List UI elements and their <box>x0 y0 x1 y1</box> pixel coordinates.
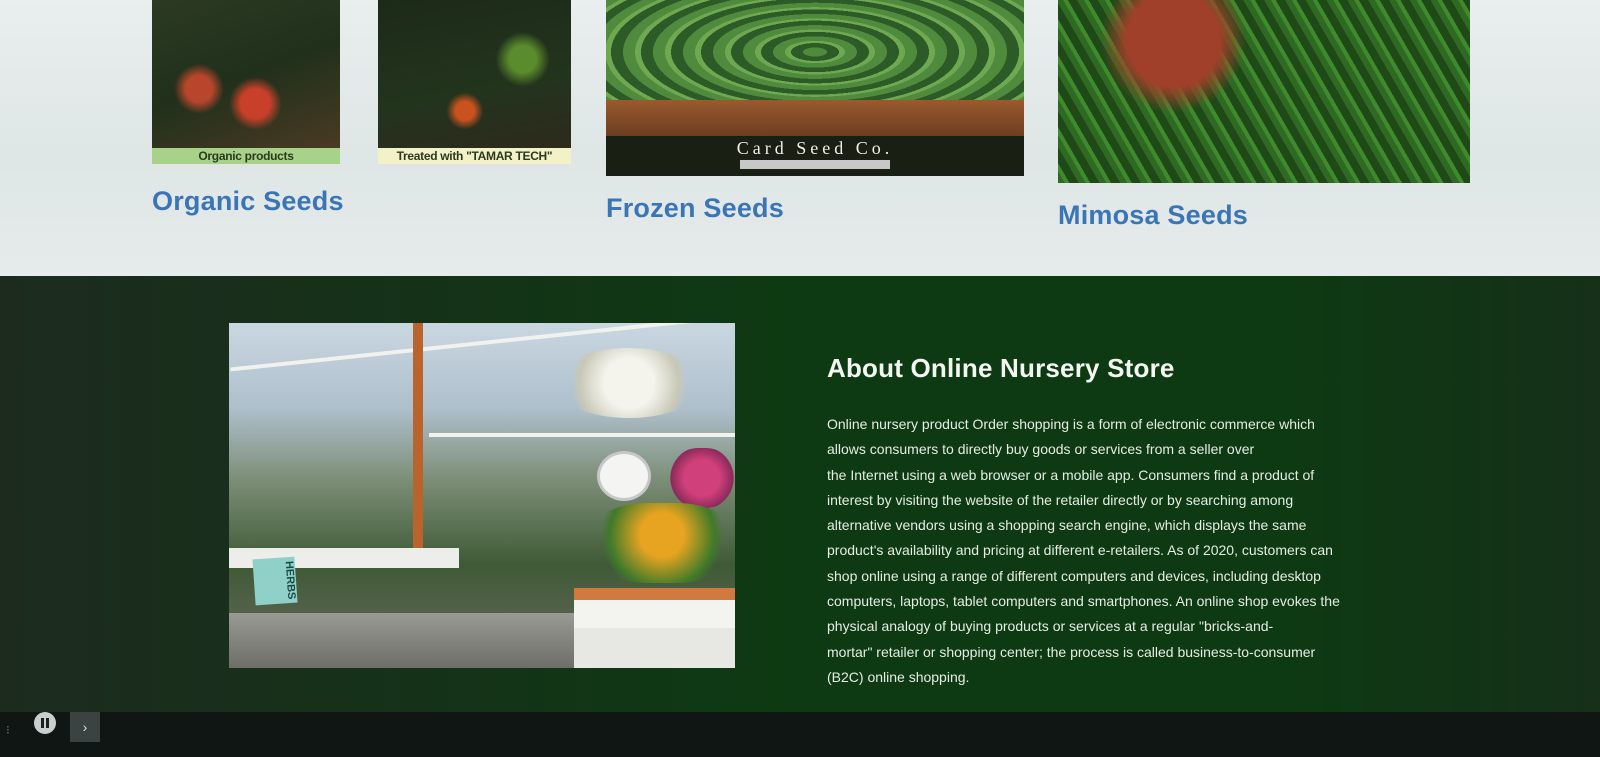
about-paragraph-line: physical analogy of buying products or s… <box>827 618 1274 635</box>
herbs-sign: HERBS <box>252 556 298 606</box>
about-paragraph-line: the Internet using a web browser or a mo… <box>827 466 1315 483</box>
grip-icon: ⁝ <box>6 723 10 737</box>
frozen-seeds-image[interactable]: Card Seed Co. <box>606 0 1024 176</box>
mimosa-seeds-link[interactable]: Mimosa Seeds <box>1058 200 1248 231</box>
seed-brand-sublabel <box>740 160 890 169</box>
soil-strip <box>606 100 1024 136</box>
tamar-tech-caption: Treated with "TAMAR TECH" <box>378 148 571 164</box>
seed-brand-label: Card Seed Co. <box>736 138 894 158</box>
organic-seeds-link[interactable]: Organic Seeds <box>152 186 344 217</box>
about-paragraph-line: interest by visiting the website of the … <box>827 491 1294 508</box>
wooden-post <box>413 323 423 563</box>
about-title: About Online Nursery Store <box>827 353 1175 383</box>
display-table <box>574 588 735 668</box>
potted-flowers <box>589 503 735 583</box>
about-paragraph-line: mortar" retailer or shopping center; the… <box>827 643 1316 660</box>
organic-seeds-image-2[interactable] <box>378 0 571 148</box>
about-paragraph-line: (B2C) online shopping. <box>827 668 970 685</box>
pink-flowers <box>669 448 735 508</box>
greenhouse-image: HERBS <box>229 323 735 668</box>
pause-icon[interactable] <box>34 712 56 734</box>
hanging-rail <box>429 433 735 437</box>
white-hanging-flowers <box>554 348 704 418</box>
about-paragraph-line: shop online using a range of different c… <box>827 567 1321 584</box>
player-bar <box>0 712 1600 757</box>
about-paragraph-line: allows consumers to directly buy goods o… <box>827 441 1255 458</box>
thermometer-dial <box>597 451 651 501</box>
about-paragraph-line: Online nursery product Order shopping is… <box>827 416 1315 432</box>
organic-seeds-image-1[interactable] <box>152 0 340 148</box>
mimosa-seeds-image[interactable] <box>1058 0 1470 183</box>
greenhouse-floor <box>229 613 574 668</box>
about-paragraph-line: computers, laptops, tablet computers and… <box>827 593 1340 610</box>
about-paragraph-line: alternative vendors using a shopping sea… <box>827 517 1307 534</box>
chevron-right-icon[interactable]: › <box>70 712 100 742</box>
frozen-seeds-link[interactable]: Frozen Seeds <box>606 193 784 224</box>
organic-products-caption: Organic products <box>152 148 340 164</box>
about-paragraph-line: product's availability and pricing at di… <box>827 542 1333 559</box>
about-paragraph: Online nursery product Order shopping is… <box>827 412 1437 690</box>
